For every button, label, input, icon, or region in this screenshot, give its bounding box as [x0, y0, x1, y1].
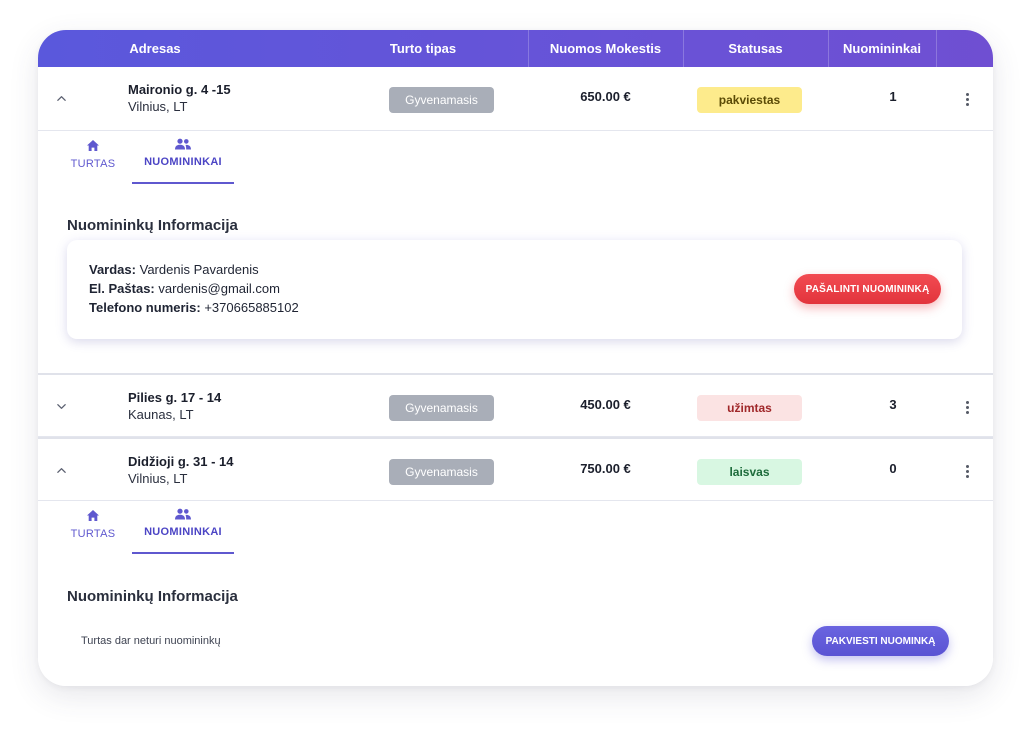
expanded-panel: TURTAS NUOMININKAI Nuomininkų Informacij… — [38, 132, 993, 373]
address-cell: Pilies g. 17 - 14 Kaunas, LT — [128, 389, 221, 423]
empty-tenants-message: Turtas dar neturi nuomininkų — [81, 635, 221, 647]
address-city: Vilnius, LT — [128, 471, 188, 486]
header-divider — [936, 30, 937, 67]
property-type-badge: Gyvenamasis — [389, 87, 494, 113]
tenant-count: 0 — [889, 461, 897, 476]
tenant-name: Vardenis Pavardenis — [139, 262, 259, 277]
tenant-name-label: Vardas: — [89, 262, 136, 277]
table-header: Adresas Turto tipas Nuomos Mokestis Stat… — [38, 30, 993, 67]
tab-property-label: TURTAS — [70, 528, 116, 540]
address-street: Didžioji g. 31 - 14 — [128, 454, 234, 469]
status-badge: užimtas — [697, 395, 802, 421]
table-row[interactable]: Maironio g. 4 -15 Vilnius, LT Gyvenamasi… — [38, 67, 993, 131]
col-header-tenants[interactable]: Nuomininkai — [828, 30, 936, 67]
home-icon — [87, 140, 99, 151]
remove-tenant-button[interactable]: PAŠALINTI NUOMININKĄ — [794, 274, 941, 304]
property-type-badge: Gyvenamasis — [389, 395, 494, 421]
rent-fee: 650.00 € — [580, 89, 631, 104]
tenant-email: vardenis@gmail.com — [158, 281, 280, 296]
tenant-phone: +370665885102 — [204, 300, 299, 315]
people-icon — [175, 508, 191, 520]
tenant-email-label: El. Paštas: — [89, 281, 155, 296]
home-icon — [87, 510, 99, 521]
rent-fee: 750.00 € — [580, 461, 631, 476]
kebab-menu-icon[interactable] — [960, 89, 974, 109]
col-header-property-type[interactable]: Turto tipas — [368, 30, 478, 67]
tenant-phone-line: Telefono numeris: +370665885102 — [89, 300, 299, 315]
chevron-up-icon[interactable] — [52, 461, 70, 479]
section-title: Nuomininkų Informacija — [67, 217, 238, 234]
chevron-down-icon[interactable] — [52, 397, 70, 415]
rent-fee: 450.00 € — [580, 397, 631, 412]
tab-tenants-label: NUOMININKAI — [144, 156, 222, 168]
address-city: Vilnius, LT — [128, 99, 188, 114]
tenant-count: 1 — [889, 89, 897, 104]
invite-tenant-button[interactable]: PAKVIESTI NUOMINKĄ — [812, 626, 949, 656]
kebab-menu-icon[interactable] — [960, 461, 974, 481]
chevron-up-icon[interactable] — [52, 89, 70, 107]
status-badge: laisvas — [697, 459, 802, 485]
tenant-email-line: El. Paštas: vardenis@gmail.com — [89, 281, 280, 296]
property-type-badge: Gyvenamasis — [389, 459, 494, 485]
table-row[interactable]: Pilies g. 17 - 14 Kaunas, LT Gyvenamasis… — [38, 373, 993, 437]
address-city: Kaunas, LT — [128, 407, 194, 422]
tab-tenants-label: NUOMININKAI — [144, 526, 222, 538]
col-header-status[interactable]: Statusas — [683, 30, 828, 67]
expanded-panel: TURTAS NUOMININKAI Nuomininkų Informacij… — [38, 502, 993, 686]
tab-property[interactable]: TURTAS — [65, 502, 121, 554]
tab-property[interactable]: TURTAS — [65, 132, 121, 184]
tenant-count: 3 — [889, 397, 897, 412]
tenant-info-card: Vardas: Vardenis Pavardenis El. Paštas: … — [67, 240, 962, 339]
table-row[interactable]: Didžioji g. 31 - 14 Vilnius, LT Gyvenama… — [38, 437, 993, 501]
tab-tenants[interactable]: NUOMININKAI — [132, 132, 234, 184]
address-cell: Maironio g. 4 -15 Vilnius, LT — [128, 81, 231, 115]
tab-tenants[interactable]: NUOMININKAI — [132, 502, 234, 554]
col-header-address[interactable]: Adresas — [100, 30, 210, 67]
address-cell: Didžioji g. 31 - 14 Vilnius, LT — [128, 453, 233, 487]
tenant-phone-label: Telefono numeris: — [89, 300, 201, 315]
status-badge: pakviestas — [697, 87, 802, 113]
tab-property-label: TURTAS — [70, 158, 116, 170]
address-street: Pilies g. 17 - 14 — [128, 390, 222, 405]
kebab-menu-icon[interactable] — [960, 397, 974, 417]
section-title: Nuomininkų Informacija — [67, 588, 238, 605]
col-header-rent-fee[interactable]: Nuomos Mokestis — [528, 30, 683, 67]
tenant-name-line: Vardas: Vardenis Pavardenis — [89, 262, 259, 277]
properties-table-card: Adresas Turto tipas Nuomos Mokestis Stat… — [38, 30, 993, 686]
address-street: Maironio g. 4 -15 — [128, 82, 231, 97]
people-icon — [175, 138, 191, 150]
